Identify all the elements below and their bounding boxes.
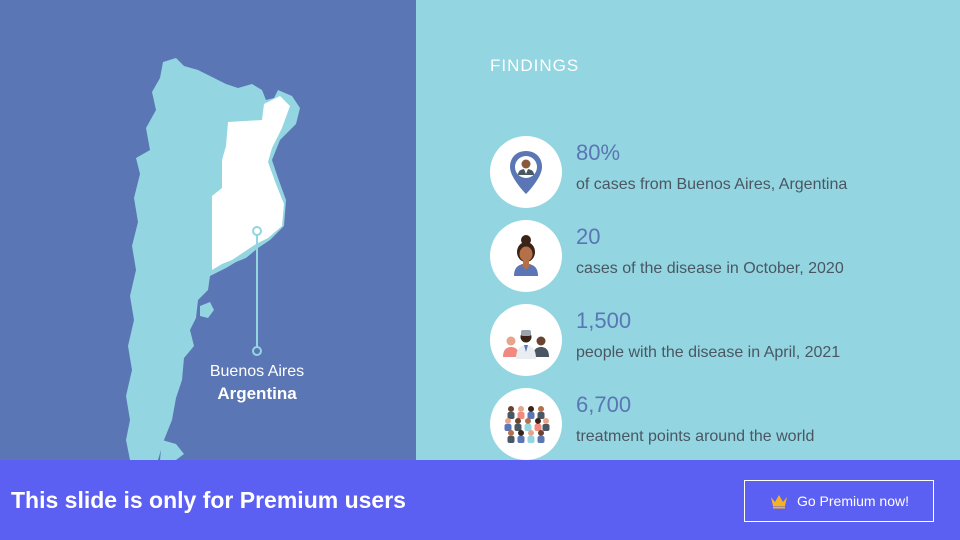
falklands-island xyxy=(200,302,214,318)
go-premium-button[interactable]: Go Premium now! xyxy=(744,480,934,522)
location-marker-top xyxy=(252,226,262,236)
tierra-del-fuego xyxy=(160,440,184,460)
group-people-icon xyxy=(503,330,549,359)
location-label: Buenos Aires Argentina xyxy=(190,361,324,405)
go-premium-label: Go Premium now! xyxy=(796,493,910,509)
finding-icon-circle xyxy=(490,388,562,460)
finding-description: of cases from Buenos Aires, Argentina xyxy=(576,176,848,193)
findings-title: FINDINGS xyxy=(490,56,580,75)
finding-icon-circle xyxy=(490,220,562,292)
finding-item: 80% of cases from Buenos Aires, Argentin… xyxy=(490,136,950,208)
crown-icon xyxy=(770,495,787,509)
country-name: Argentina xyxy=(217,384,297,403)
premium-message: This slide is only for Premium users xyxy=(11,487,406,513)
finding-value: 20 xyxy=(576,224,601,249)
finding-icon-circle xyxy=(490,304,562,376)
finding-value: 1,500 xyxy=(576,308,632,333)
finding-item: 1,500 people with the disease in April, … xyxy=(490,304,950,376)
finding-value: 6,700 xyxy=(576,392,632,417)
finding-description: cases of the disease in October, 2020 xyxy=(576,260,844,277)
findings-panel: FINDINGS 80% of cases from Buenos Aires,… xyxy=(416,0,960,460)
premium-banner: This slide is only for Premium users Go … xyxy=(0,460,960,540)
finding-value: 80% xyxy=(576,140,621,165)
location-pin-person-icon xyxy=(510,151,542,194)
crowd-icon xyxy=(504,406,550,443)
city-name: Buenos Aires xyxy=(209,363,305,380)
finding-description: treatment points around the world xyxy=(576,428,815,445)
location-marker-bottom xyxy=(252,346,262,356)
finding-item: 6,700 treatment points around the world xyxy=(490,388,950,460)
finding-icon-circle xyxy=(490,136,562,208)
map-panel: Buenos Aires Argentina xyxy=(0,0,416,460)
woman-avatar-icon xyxy=(514,235,538,276)
finding-description: people with the disease in April, 2021 xyxy=(576,344,841,361)
finding-item: 20 cases of the disease in October, 2020 xyxy=(490,220,950,292)
